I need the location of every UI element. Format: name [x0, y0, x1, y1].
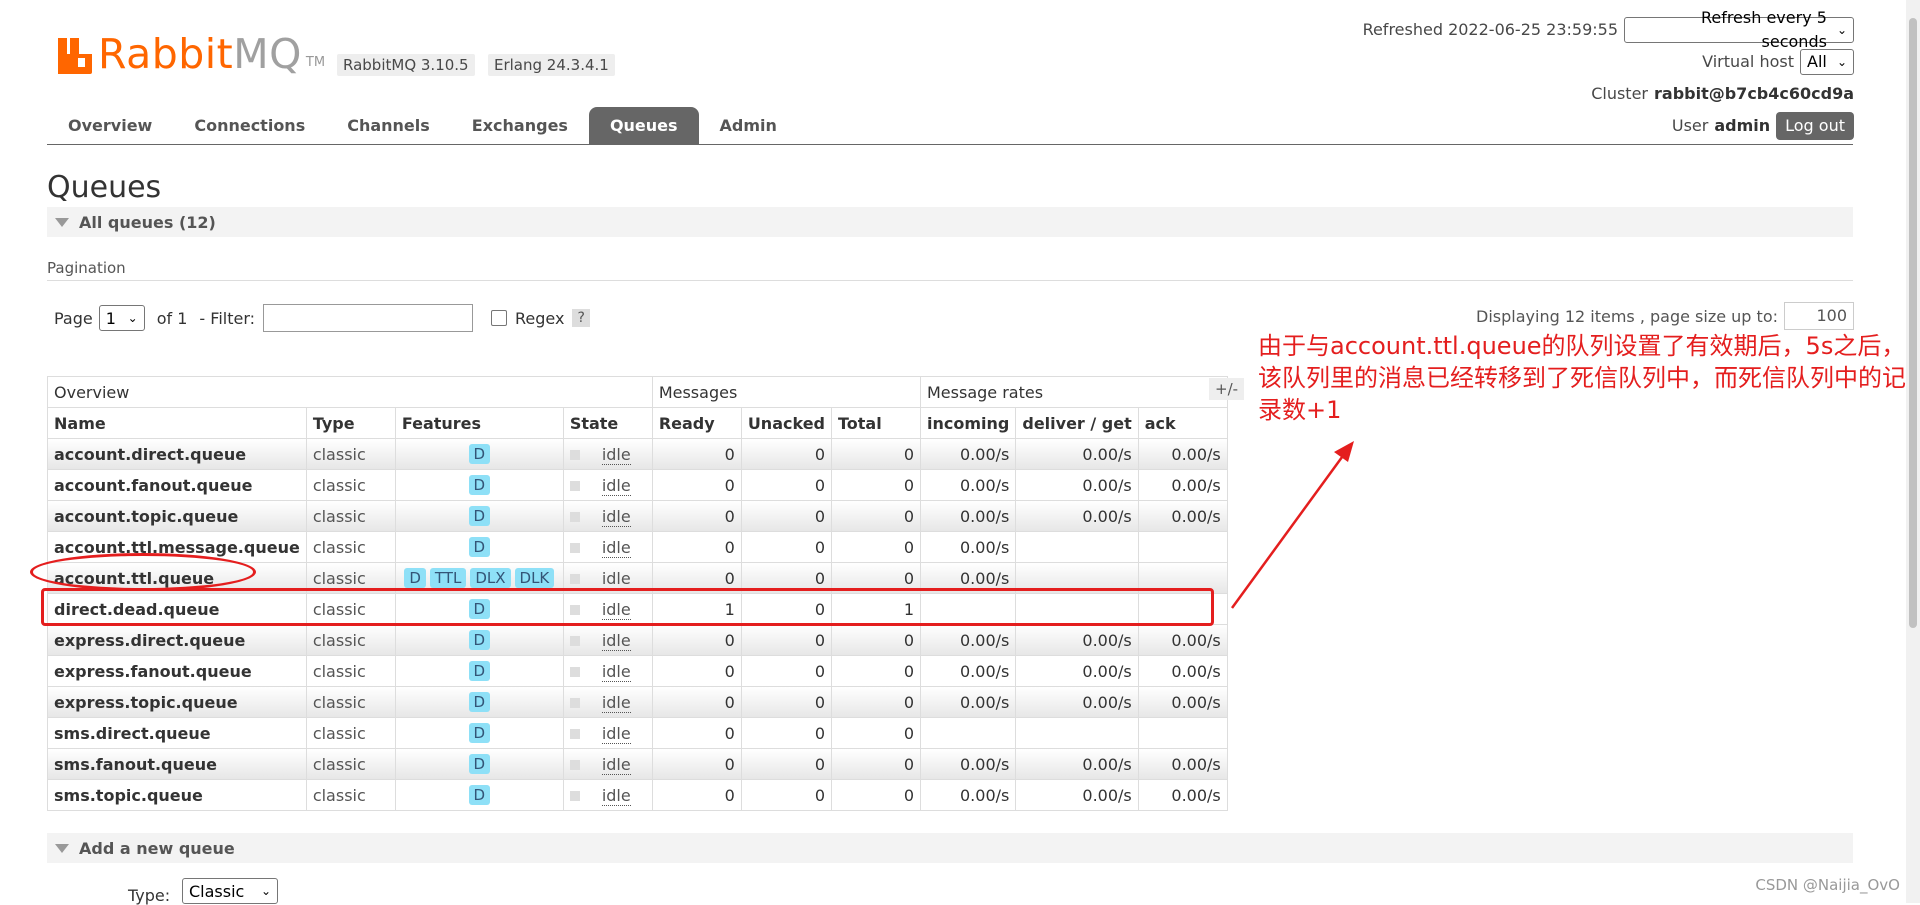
add-queue-section-toggle[interactable]: Add a new queue	[47, 833, 1853, 863]
vertical-scrollbar[interactable]	[1906, 0, 1920, 903]
watermark: CSDN @Naijia_OvO	[1755, 876, 1900, 894]
add-queue-label: Add a new queue	[79, 838, 235, 858]
queue-type-label: Type:	[128, 886, 171, 905]
chevron-down-icon: ⌄	[260, 884, 271, 898]
annotation-text: 由于与account.ttl.queue的队列设置了有效期后，5s之后，该队列里…	[1258, 332, 1906, 424]
collapse-triangle-icon	[55, 843, 69, 853]
scrollbar-thumb[interactable]	[1909, 18, 1917, 628]
queue-type-value: Classic	[189, 881, 245, 901]
queue-type-select[interactable]: Classic ⌄	[182, 878, 278, 904]
page: RabbitMQ TM RabbitMQ 3.10.5 Erlang 24.3.…	[0, 0, 1920, 905]
annotation-arrow	[1230, 441, 1354, 609]
